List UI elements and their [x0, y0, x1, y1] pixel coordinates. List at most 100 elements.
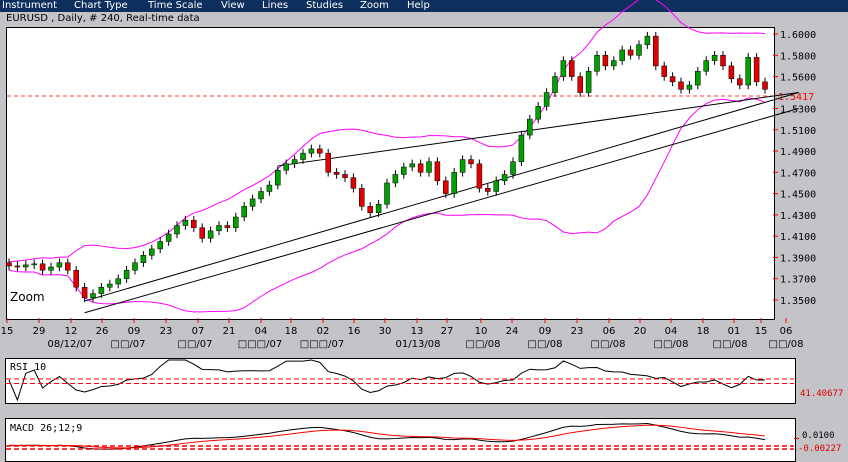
- candle-body: [81, 286, 88, 299]
- x-day-label: 26: [95, 326, 109, 337]
- candle-body: [241, 206, 247, 218]
- y-tick-label: 1.5100: [780, 126, 816, 137]
- candle: [501, 170, 508, 186]
- candle-body: [703, 60, 709, 72]
- macd-title: MACD 26;12;9: [10, 423, 83, 434]
- candle-body: [283, 163, 289, 171]
- candle-body: [39, 263, 46, 271]
- x-day-label: 02: [316, 326, 330, 337]
- x-month-label: □□/07: [110, 339, 146, 350]
- zoom-label[interactable]: Zoom: [10, 290, 45, 304]
- candle: [636, 40, 642, 60]
- candle-body: [401, 166, 407, 175]
- candle: [384, 178, 390, 209]
- candle: [325, 148, 331, 177]
- candle: [426, 157, 432, 177]
- x-day-label: 06: [779, 326, 793, 337]
- candle-body: [48, 266, 54, 271]
- candle: [23, 260, 29, 272]
- candle: [703, 56, 709, 76]
- candle-body: [224, 225, 231, 228]
- candle: [728, 61, 735, 83]
- x-day-label: 13: [410, 326, 424, 337]
- x-month-label: 01/13/08: [395, 339, 441, 350]
- candle: [342, 170, 348, 182]
- candle: [39, 259, 46, 275]
- candle-body: [627, 49, 634, 56]
- y-tick-label: 1.4300: [780, 211, 816, 222]
- x-day-label: 09: [127, 326, 141, 337]
- y-tick-label: 1.5800: [780, 51, 816, 62]
- candle: [409, 159, 415, 172]
- candle-body: [300, 152, 306, 160]
- candle-body: [552, 76, 558, 93]
- candle: [132, 258, 138, 275]
- x-month-label: □□/07: [177, 339, 213, 350]
- candle: [602, 51, 609, 71]
- candle-body: [31, 263, 37, 266]
- x-day-label: 27: [440, 326, 454, 337]
- candle: [644, 31, 651, 49]
- candle-body: [98, 286, 105, 294]
- y-tick-label: 1.4100: [780, 232, 816, 243]
- candle: [619, 45, 625, 65]
- candle: [653, 31, 659, 71]
- x-day-label: 30: [378, 326, 392, 337]
- y-tick-label: 1.6000: [780, 30, 816, 41]
- candle-body: [678, 81, 684, 90]
- candle-body: [275, 169, 281, 186]
- candle: [308, 144, 315, 158]
- candle-body: [594, 55, 600, 72]
- x-day-label: 23: [159, 326, 173, 337]
- candle-body: [375, 203, 382, 214]
- candle: [73, 265, 79, 292]
- candle-body: [115, 278, 121, 285]
- x-day-label: 18: [284, 326, 298, 337]
- x-day-label: 12: [64, 326, 78, 337]
- candle: [283, 159, 289, 175]
- candle-body: [392, 174, 399, 184]
- candle: [367, 202, 373, 218]
- candle-body: [140, 255, 147, 264]
- candle: [182, 215, 189, 230]
- macd-signal-line: [8, 424, 766, 449]
- y-tick-label: 1.3900: [780, 253, 816, 264]
- candle: [149, 244, 155, 260]
- x-day-label: 20: [633, 326, 647, 337]
- candle-body: [65, 262, 71, 271]
- y-tick-label: 1.3700: [780, 275, 816, 286]
- candle: [233, 212, 239, 232]
- candle: [249, 194, 256, 211]
- candle: [65, 258, 71, 275]
- candle-body: [653, 35, 659, 67]
- candle: [90, 289, 96, 303]
- x-day-label: 09: [538, 326, 552, 337]
- x-month-label: □□/08: [527, 339, 563, 350]
- candle-body: [728, 65, 735, 79]
- candle: [686, 80, 693, 94]
- candle: [14, 261, 21, 272]
- candle-body: [149, 248, 155, 256]
- y-tick-label: 1.4700: [780, 168, 816, 179]
- candle-body: [762, 81, 768, 90]
- macd-tick-label: 0.0100: [802, 431, 835, 441]
- candle-body: [753, 57, 760, 83]
- candle-body: [476, 163, 483, 189]
- candle-body: [485, 188, 491, 192]
- candle: [594, 51, 600, 76]
- candle-body: [333, 172, 340, 175]
- x-day-label: 16: [347, 326, 361, 337]
- x-day-label: 04: [664, 326, 678, 337]
- candle-body: [434, 161, 441, 182]
- candle: [711, 51, 718, 65]
- candle: [291, 155, 298, 169]
- candle: [207, 226, 214, 243]
- candle-body: [543, 92, 550, 107]
- candle: [451, 168, 457, 198]
- candle: [543, 88, 550, 111]
- x-day-label: 23: [570, 326, 584, 337]
- candle: [392, 170, 399, 188]
- candle-body: [619, 49, 625, 61]
- macd-value-label: -0.00227: [798, 444, 842, 454]
- bollinger-upper-line: [8, 0, 766, 263]
